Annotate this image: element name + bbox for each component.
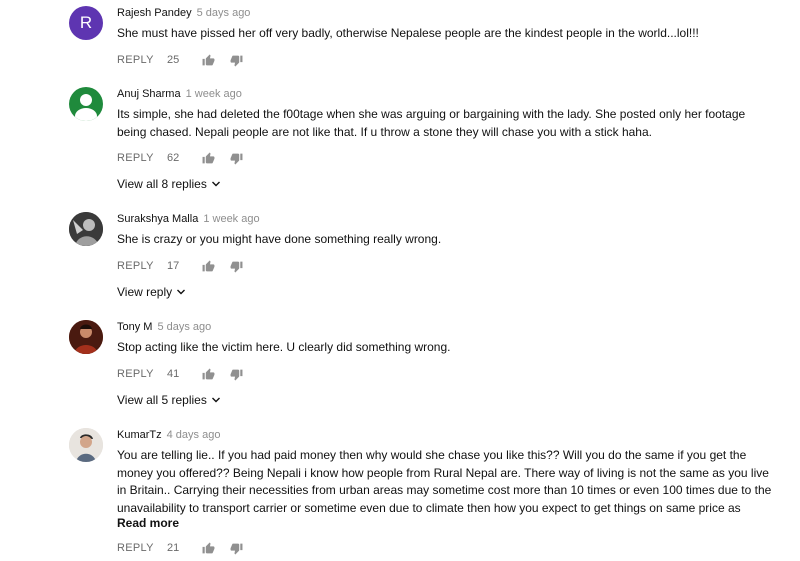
comment-header: Tony M 5 days ago — [117, 321, 211, 333]
comment-text: Stop acting like the victim here. U clea… — [117, 340, 451, 354]
comment-header: Anuj Sharma 1 week ago — [117, 88, 242, 100]
view-replies-label: View all 8 replies — [117, 177, 207, 191]
profile-photo-icon — [69, 320, 103, 354]
comment-timestamp[interactable]: 5 days ago — [157, 321, 211, 333]
view-replies-label: View reply — [117, 285, 173, 299]
comment-timestamp[interactable]: 1 week ago — [203, 213, 259, 225]
comment-author[interactable]: Rajesh Pandey — [117, 7, 192, 19]
avatar[interactable] — [69, 428, 103, 462]
comment-text: You are telling lie.. If you had paid mo… — [117, 448, 772, 515]
avatar[interactable] — [69, 87, 103, 121]
reply-button[interactable]: REPLY — [117, 152, 167, 164]
comment-actions: REPLY 62 — [117, 151, 257, 165]
chevron-down-icon — [211, 395, 221, 405]
comment-header: Rajesh Pandey 5 days ago — [117, 7, 250, 19]
thumbs-up-icon[interactable] — [201, 541, 215, 555]
view-replies-button[interactable]: View reply — [117, 285, 186, 299]
profile-photo-icon — [69, 428, 103, 462]
thumbs-down-icon[interactable] — [229, 541, 243, 555]
comment-timestamp[interactable]: 4 days ago — [167, 429, 221, 441]
view-replies-label: View all 5 replies — [117, 393, 207, 407]
thumbs-up-icon[interactable] — [201, 151, 215, 165]
thumbs-down-icon[interactable] — [229, 367, 243, 381]
comment-text: She must have pissed her off very badly,… — [117, 26, 699, 40]
comment-actions: REPLY 21 — [117, 541, 257, 555]
reply-button[interactable]: REPLY — [117, 542, 167, 554]
comment-text: Its simple, she had deleted the f00tage … — [117, 107, 746, 139]
thumbs-up-icon[interactable] — [201, 367, 215, 381]
comment-author[interactable]: Tony M — [117, 321, 152, 333]
chevron-down-icon — [176, 287, 186, 297]
like-count: 62 — [167, 152, 180, 164]
comment-timestamp[interactable]: 5 days ago — [197, 7, 251, 19]
avatar[interactable] — [69, 212, 103, 246]
like-count: 17 — [167, 260, 180, 272]
reply-button[interactable]: REPLY — [117, 54, 167, 66]
avatar-letter: R — [79, 13, 93, 32]
comment-timestamp[interactable]: 1 week ago — [186, 88, 242, 100]
reply-button[interactable]: REPLY — [117, 368, 167, 380]
profile-photo-icon — [69, 212, 103, 246]
comment-header: KumarTz 4 days ago — [117, 429, 220, 441]
avatar[interactable] — [69, 320, 103, 354]
comment-text: She is crazy or you might have done some… — [117, 232, 442, 246]
comment-actions: REPLY 17 — [117, 259, 257, 273]
default-user-icon — [75, 94, 97, 121]
chevron-down-icon — [211, 179, 221, 189]
comment-actions: REPLY 25 — [117, 53, 257, 67]
thumbs-up-icon[interactable] — [201, 259, 215, 273]
comment-actions: REPLY 41 — [117, 367, 257, 381]
like-count: 25 — [167, 54, 180, 66]
reply-button[interactable]: REPLY — [117, 260, 167, 272]
thumbs-down-icon[interactable] — [229, 53, 243, 67]
comment-header: Surakshya Malla 1 week ago — [117, 213, 260, 225]
comment-author[interactable]: KumarTz — [117, 429, 162, 441]
view-replies-button[interactable]: View all 5 replies — [117, 393, 221, 407]
thumbs-down-icon[interactable] — [229, 259, 243, 273]
like-count: 21 — [167, 542, 180, 554]
view-replies-button[interactable]: View all 8 replies — [117, 177, 221, 191]
like-count: 41 — [167, 368, 180, 380]
read-more-link[interactable]: Read more — [117, 516, 179, 530]
avatar[interactable]: R — [69, 6, 103, 40]
thumbs-up-icon[interactable] — [201, 53, 215, 67]
thumbs-down-icon[interactable] — [229, 151, 243, 165]
comment-author[interactable]: Surakshya Malla — [117, 213, 198, 225]
comment-author[interactable]: Anuj Sharma — [117, 88, 181, 100]
